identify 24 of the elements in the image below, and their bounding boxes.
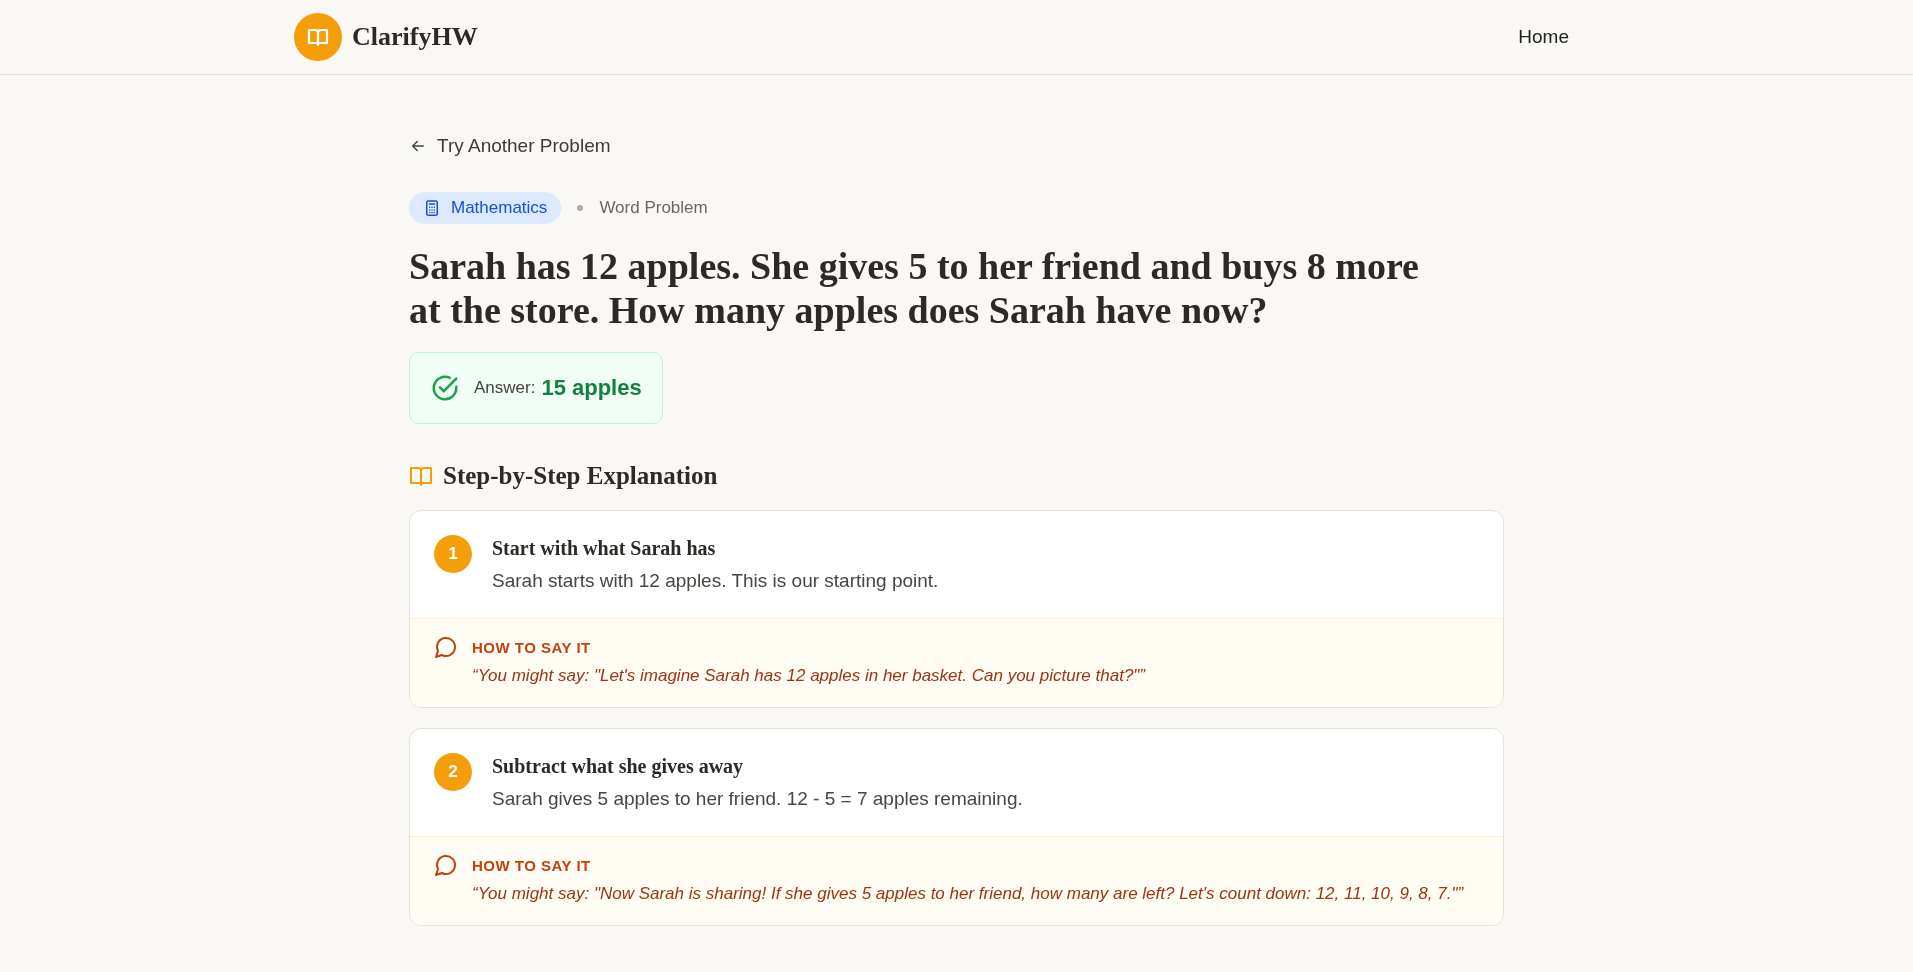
speech-bubble-icon — [434, 853, 458, 877]
tip-text: “You might say: "Now Sarah is sharing! If she gives 5 apples to her friend, how many are left? Let's count down: 12, 11, 10, 9, 8, 7."” — [472, 883, 1465, 905]
step-text: Sarah starts with 12 apples. This is our starting point. — [492, 570, 939, 592]
nav-link[interactable]: Home — [1518, 26, 1569, 47]
step-number: 1 — [434, 535, 472, 573]
subject-badge: Mathematics — [409, 192, 562, 224]
step-title: Subtract what she gives away — [492, 755, 745, 778]
section-title: Step-by-Step Explanation — [443, 462, 718, 490]
speech-bubble-icon — [434, 635, 458, 659]
problem-text: Sarah has 12 apples. She gives 5 to her friend and buys 8 more at the store. How many apples does Sarah have now? — [409, 244, 1420, 332]
step-number: 2 — [434, 753, 472, 791]
step-text: Sarah gives 5 apples to her friend. 12 - 5 = 7 apples remaining. — [492, 788, 1023, 810]
back-link[interactable]: Try Another Problem — [409, 135, 611, 157]
tip-label: HOW TO SAY IT — [472, 638, 591, 656]
answer-label: Answer: — [474, 378, 536, 398]
brand-name[interactable]: ClarifyHW — [352, 22, 478, 52]
problem-type: Word Problem — [599, 198, 708, 218]
tip-label: HOW TO SAY IT — [472, 856, 591, 874]
check-circle-icon — [430, 373, 460, 403]
book-icon — [409, 464, 433, 488]
step-title: Start with what Sarah has — [492, 537, 717, 560]
logo-icon — [294, 13, 342, 61]
tip-text: “You might say: "Let's imagine Sarah has 12 apples in her basket. Can you picture that?"” — [472, 665, 1147, 687]
answer-value: 15 apples — [541, 375, 642, 401]
